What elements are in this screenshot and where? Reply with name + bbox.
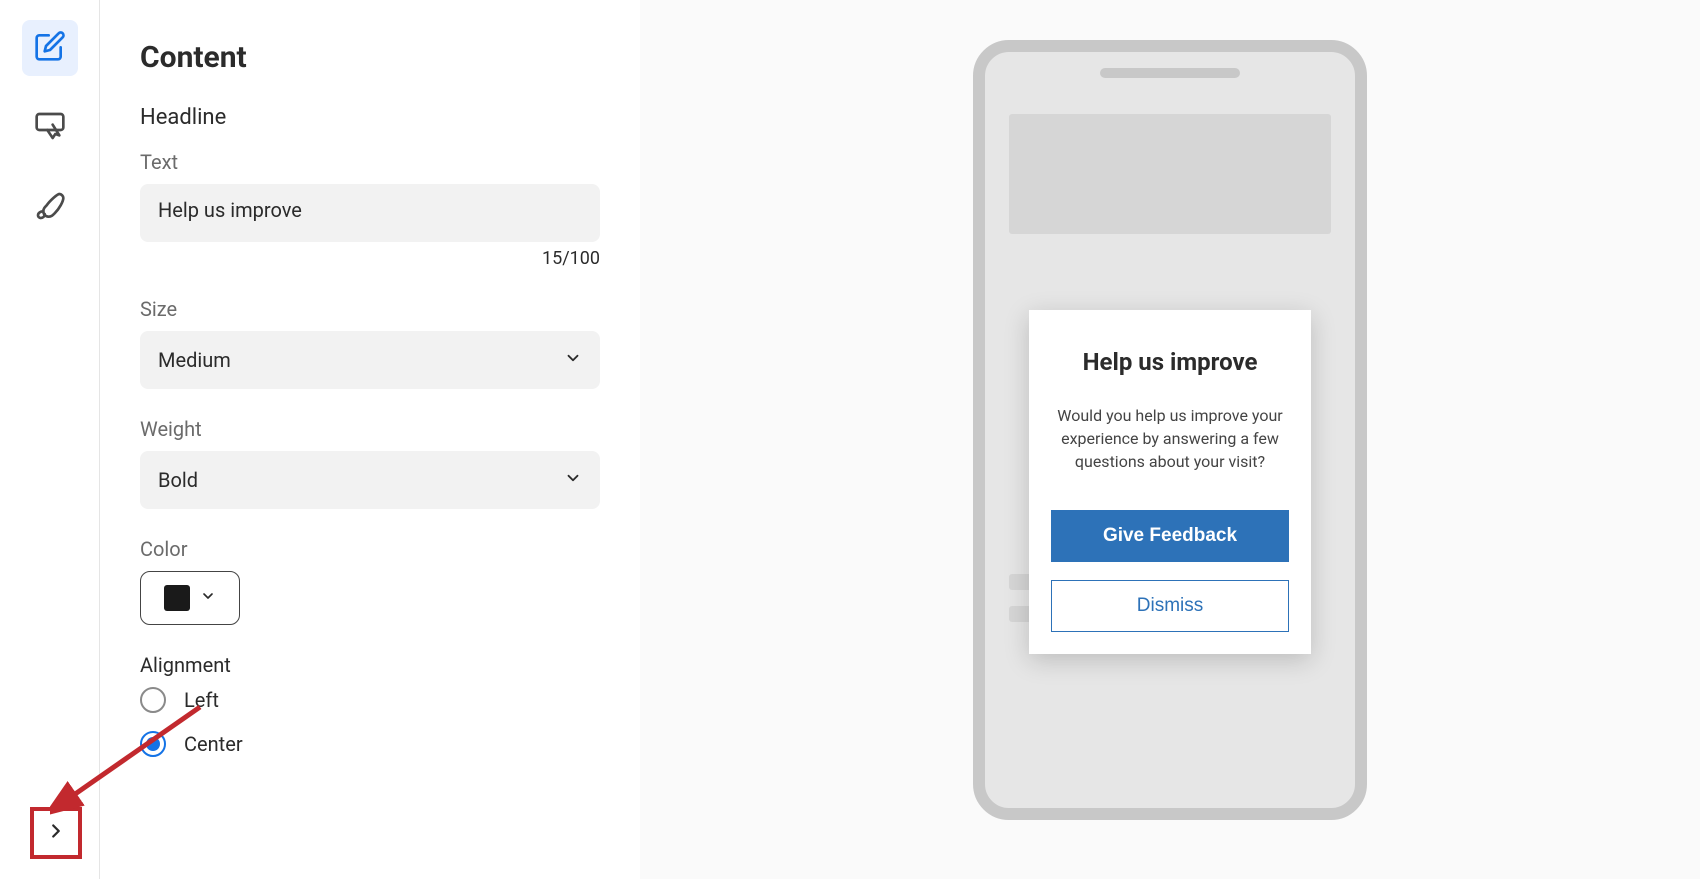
rail-brush-button[interactable] xyxy=(22,180,78,236)
chevron-down-icon xyxy=(564,468,582,492)
color-swatch xyxy=(164,585,190,611)
weight-field-label: Weight xyxy=(140,417,600,441)
content-panel: Content Headline Text 15/100 Size Medium… xyxy=(100,0,640,879)
placeholder-block xyxy=(1009,114,1331,234)
brush-icon xyxy=(34,190,66,226)
alignment-radio-left[interactable]: Left xyxy=(140,687,600,713)
headline-text-input[interactable] xyxy=(140,184,600,242)
survey-popup: Help us improve Would you help us improv… xyxy=(1029,310,1311,654)
expand-panel-button[interactable] xyxy=(30,807,82,859)
alignment-center-label: Center xyxy=(184,732,243,756)
alignment-left-label: Left xyxy=(184,688,219,712)
alignment-field-label: Alignment xyxy=(140,653,600,677)
give-feedback-button[interactable]: Give Feedback xyxy=(1051,510,1289,562)
size-select[interactable]: Medium xyxy=(140,331,600,389)
chevron-right-icon xyxy=(45,820,67,846)
weight-select[interactable]: Bold xyxy=(140,451,600,509)
survey-headline: Help us improve xyxy=(1051,348,1289,376)
phone-screen: Help us improve Would you help us improv… xyxy=(1009,114,1331,784)
color-field-label: Color xyxy=(140,537,600,561)
section-headline-label: Headline xyxy=(140,105,600,130)
rail-content-button[interactable] xyxy=(22,20,78,76)
chevron-down-icon xyxy=(564,348,582,372)
survey-body-text: Would you help us improve your experienc… xyxy=(1051,404,1289,474)
text-field-label: Text xyxy=(140,150,600,174)
rail-cursor-button[interactable] xyxy=(22,100,78,156)
compose-icon xyxy=(34,30,66,66)
phone-frame: Help us improve Would you help us improv… xyxy=(973,40,1367,820)
chevron-down-icon xyxy=(200,588,216,608)
alignment-radio-center[interactable]: Center xyxy=(140,731,600,757)
panel-title: Content xyxy=(140,40,600,75)
alignment-radio-group: Left Center xyxy=(140,687,600,757)
size-field-label: Size xyxy=(140,297,600,321)
color-picker[interactable] xyxy=(140,571,240,625)
size-select-value: Medium xyxy=(158,348,231,372)
radio-icon xyxy=(140,731,166,757)
left-icon-rail xyxy=(0,0,100,879)
cursor-icon xyxy=(34,110,66,146)
phone-speaker xyxy=(1100,68,1240,78)
dismiss-button[interactable]: Dismiss xyxy=(1051,580,1289,632)
preview-area: Help us improve Would you help us improv… xyxy=(640,0,1700,879)
radio-icon xyxy=(140,687,166,713)
weight-select-value: Bold xyxy=(158,468,198,492)
char-counter: 15/100 xyxy=(140,248,600,269)
